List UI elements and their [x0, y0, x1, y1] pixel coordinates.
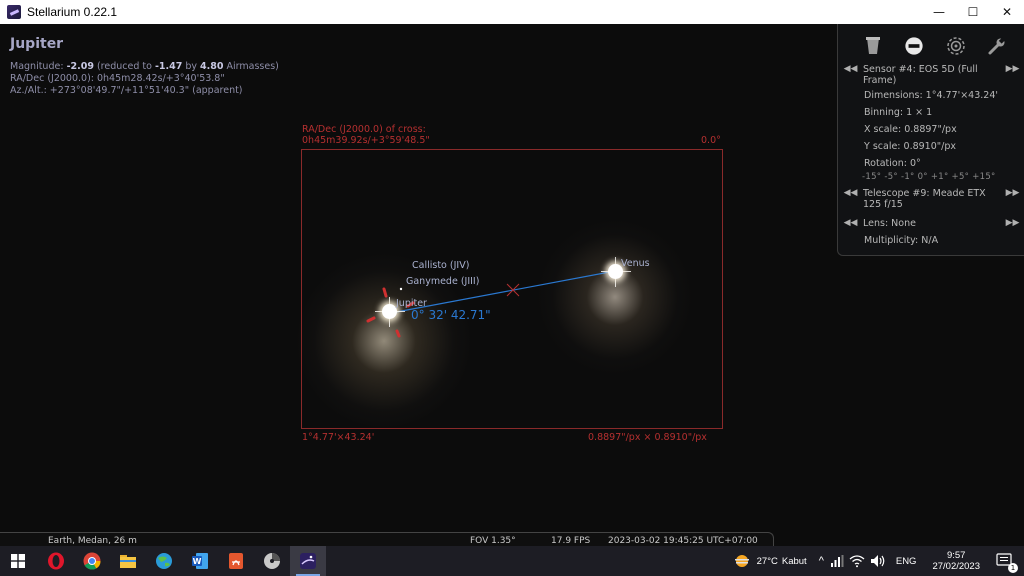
datetime-text[interactable]: 2023-03-02 19:45:25 UTC+07:00 — [608, 536, 758, 546]
magnitude-line: Magnitude: -2.09 (reduced to -1.47 by 4.… — [10, 61, 279, 72]
sensor-icon[interactable] — [904, 36, 924, 56]
stellarium-app-icon — [7, 5, 21, 19]
telrad-icon[interactable] — [946, 36, 966, 56]
word-taskbar-button[interactable]: W — [182, 546, 218, 576]
prev-sensor-button[interactable]: ◀◀ — [838, 64, 863, 75]
marker-left — [366, 316, 376, 323]
ccd-rotation: 0.0° — [701, 135, 721, 146]
marker-top — [382, 287, 388, 298]
minimize-button[interactable]: — — [922, 0, 956, 24]
status-bar: Earth, Medan, 26 m FOV 1.35° 17.9 FPS 20… — [0, 532, 774, 546]
windows-taskbar: W 27°C Kabut ^ ENG 9:57 27/02/2023 1 — [0, 546, 1024, 576]
acrobat-taskbar-button[interactable] — [218, 546, 254, 576]
jupiter-disk[interactable] — [382, 304, 397, 319]
weather-desc[interactable]: Kabut — [782, 556, 807, 567]
sensor-binning: Binning: 1 × 1 — [864, 107, 933, 118]
radec-line: RA/Dec (J2000.0): 0h45m28.42s/+3°40'53.8… — [10, 73, 225, 84]
oculars-toolbar — [838, 24, 1024, 58]
wrench-icon[interactable] — [987, 36, 1007, 56]
chrome-taskbar-button[interactable] — [74, 546, 110, 576]
pdf-icon — [229, 553, 243, 569]
globe-icon — [156, 553, 172, 569]
ccd-dimensions: 1°4.77'×43.24' — [302, 432, 375, 443]
opera-taskbar-button[interactable] — [38, 546, 74, 576]
volume-icon[interactable] — [870, 554, 886, 568]
windows-logo-icon — [11, 554, 25, 568]
ccd-radec-label: RA/Dec (J2000.0) of cross: — [302, 124, 426, 135]
maximize-button[interactable]: ☐ — [956, 0, 990, 24]
system-tray: 27°C Kabut ^ ENG 9:57 27/02/2023 1 — [733, 546, 1024, 576]
sensor-name: Sensor #4: EOS 5D (Full Frame) — [863, 64, 978, 86]
start-button[interactable] — [0, 546, 36, 576]
prev-lens-button[interactable]: ◀◀ — [838, 218, 863, 229]
sky-view[interactable]: Jupiter Magnitude: -2.09 (reduced to -1.… — [0, 24, 1024, 546]
sensor-y-scale: Y scale: 0.8910"/px — [864, 141, 956, 152]
wifi-icon[interactable] — [849, 554, 865, 568]
svg-text:W: W — [193, 557, 202, 566]
next-sensor-button[interactable]: ▶▶ — [1000, 64, 1024, 75]
window-controls: — ☐ ✕ — [922, 0, 1024, 24]
next-lens-button[interactable]: ▶▶ — [1000, 218, 1024, 229]
telescope-row: ◀◀ Telescope #9: Meade ETX 125 f/15 ▶▶ — [838, 188, 1024, 210]
prev-telescope-button[interactable]: ◀◀ — [838, 188, 863, 199]
fps-text: 17.9 FPS — [551, 536, 591, 546]
telescope-name: Telescope #9: Meade ETX 125 f/15 — [863, 188, 986, 210]
stellarium-icon — [300, 553, 316, 569]
sensor-dimensions: Dimensions: 1°4.77'×43.24' — [864, 90, 998, 101]
clock[interactable]: 9:57 27/02/2023 — [932, 550, 980, 572]
marker-bottom — [395, 329, 401, 338]
sensor-row: ◀◀ Sensor #4: EOS 5D (Full Frame) ▶▶ — [838, 64, 1024, 86]
lens-name: Lens: None — [863, 218, 916, 229]
clock-time: 9:57 — [946, 550, 966, 561]
disk-tool-taskbar-button[interactable] — [254, 546, 290, 576]
next-telescope-button[interactable]: ▶▶ — [1000, 188, 1024, 199]
callisto-label: Callisto (JIV) — [412, 260, 470, 271]
sensor-x-scale: X scale: 0.8897"/px — [864, 124, 957, 135]
fov-text: FOV 1.35° — [470, 536, 516, 546]
angular-distance-label: 0° 32' 42.71" — [411, 308, 491, 322]
tray-chevron-icon[interactable]: ^ — [819, 555, 824, 567]
window-title: Stellarium 0.22.1 — [27, 5, 118, 19]
ocular-icon[interactable] — [863, 36, 883, 56]
venus-label: Venus — [621, 258, 650, 269]
sensor-rotation: Rotation: 0° — [864, 158, 921, 169]
language-indicator[interactable]: ENG — [896, 556, 917, 567]
lens-row: ◀◀ Lens: None ▶▶ — [838, 218, 1024, 229]
folder-icon — [120, 555, 136, 568]
network-icon[interactable] — [830, 554, 844, 568]
notification-count-badge: 1 — [1008, 563, 1018, 573]
close-button[interactable]: ✕ — [990, 0, 1024, 24]
ganymede-label: Ganymede (JIII) — [406, 276, 480, 287]
object-name: Jupiter — [10, 36, 64, 52]
weather-temp[interactable]: 27°C — [757, 556, 778, 567]
word-icon: W — [192, 553, 208, 569]
file-explorer-taskbar-button[interactable] — [110, 546, 146, 576]
ccd-radec-value: 0h45m39.92s/+3°59'48.5" — [302, 135, 430, 146]
moon-dot — [399, 287, 403, 291]
location-text[interactable]: Earth, Medan, 26 m — [48, 536, 137, 546]
notifications-button[interactable]: 1 — [996, 552, 1018, 573]
ccd-frame — [294, 149, 723, 431]
chrome-icon — [83, 552, 101, 570]
object-info: Jupiter Magnitude: -2.09 (reduced to -1.… — [10, 36, 279, 97]
ccd-scale: 0.8897"/px × 0.8910"/px — [588, 432, 707, 443]
browser-taskbar-button[interactable] — [146, 546, 182, 576]
stellarium-taskbar-button[interactable] — [290, 546, 326, 576]
disk-icon — [264, 553, 280, 569]
measure-overlay — [366, 270, 616, 338]
azalt-line: Az./Alt.: +273°08'49.7"/+11°51'40.3" (ap… — [10, 85, 243, 96]
window-titlebar: Stellarium 0.22.1 — ☐ ✕ — [0, 0, 1024, 24]
multiplicity: Multiplicity: N/A — [864, 235, 939, 246]
rotation-steps[interactable]: -15° -5° -1° 0° +1° +5° +15° — [862, 172, 996, 182]
opera-icon — [48, 552, 64, 570]
oculars-panel: ◀◀ Sensor #4: EOS 5D (Full Frame) ▶▶ Dim… — [837, 24, 1024, 256]
clock-date: 27/02/2023 — [932, 561, 980, 572]
weather-icon[interactable] — [733, 552, 751, 570]
